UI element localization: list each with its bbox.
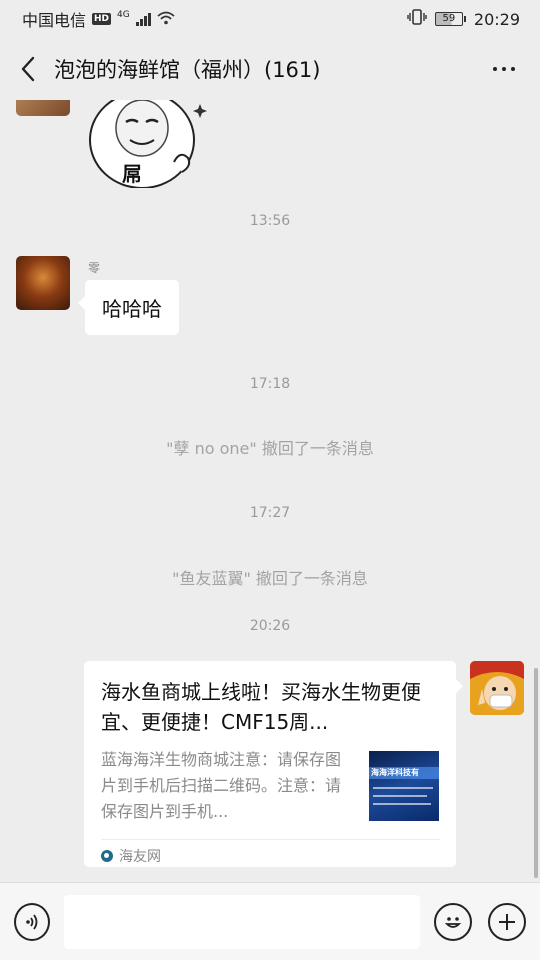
scrollbar[interactable] xyxy=(534,668,538,878)
avatar[interactable] xyxy=(16,256,70,310)
plus-icon[interactable] xyxy=(488,902,526,941)
vibrate-icon xyxy=(407,9,427,29)
message-list[interactable]: 屌 13:56 零 哈哈哈 17:18 "孽 no one" 撤回了一条消息 1… xyxy=(0,100,540,882)
hd-badge: HD xyxy=(92,13,112,25)
recall-notice: "孽 no one" 撤回了一条消息 xyxy=(166,439,374,458)
voice-icon[interactable] xyxy=(14,902,50,941)
link-card-source: 海友网 xyxy=(119,849,161,865)
thumbnail-text: 海海洋科技有 xyxy=(371,768,419,777)
timestamp: 13:56 xyxy=(249,213,291,229)
recall-notice: "鱼友蓝翼" 撤回了一条消息 xyxy=(172,569,368,588)
network-label: 4G xyxy=(117,10,130,20)
carrier-label: 中国电信 xyxy=(22,11,87,30)
signal-icon xyxy=(135,12,151,26)
message-bubble[interactable]: 哈哈哈 xyxy=(78,280,179,335)
timestamp: 20:26 xyxy=(249,618,291,634)
link-card[interactable]: 海水鱼商城上线啦！买海水生物更便宜、更便捷！CMF15周... 蓝海海洋生物商城… xyxy=(84,661,463,867)
more-dots-icon[interactable] xyxy=(484,54,524,84)
sticker-image[interactable]: 屌 xyxy=(86,100,210,189)
avatar[interactable] xyxy=(16,100,70,116)
sticker-caption: 屌 xyxy=(122,162,142,186)
battery-icon: 59 xyxy=(434,12,466,26)
chat-header: 泡泡的海鲜馆（福州）(161) xyxy=(0,38,540,100)
battery-level: 59 xyxy=(434,12,463,26)
timestamp: 17:18 xyxy=(249,376,291,392)
source-logo-icon xyxy=(101,850,113,862)
timestamp: 17:27 xyxy=(249,505,291,521)
input-bar xyxy=(0,882,540,960)
chat-title: 泡泡的海鲜馆（福州）(161) xyxy=(54,58,321,82)
link-card-description: 蓝海海洋生物商城注意：请保存图片到手机后扫描二维码。注意：请保存图片到手机... xyxy=(101,750,342,821)
clock: 20:29 xyxy=(473,9,520,29)
message-input[interactable] xyxy=(64,894,420,949)
status-bar: 中国电信 HD 4G 59 20:29 xyxy=(0,0,540,38)
my-avatar[interactable] xyxy=(470,661,524,715)
emoji-icon[interactable] xyxy=(434,902,472,941)
link-card-thumbnail: 海海洋科技有 xyxy=(369,751,439,821)
sender-name: 零 xyxy=(88,261,101,275)
back-arrow-icon[interactable] xyxy=(14,55,42,83)
link-card-title: 海水鱼商城上线啦！买海水生物更便宜、更便捷！CMF15周... xyxy=(101,680,421,734)
wifi-icon xyxy=(157,10,175,29)
